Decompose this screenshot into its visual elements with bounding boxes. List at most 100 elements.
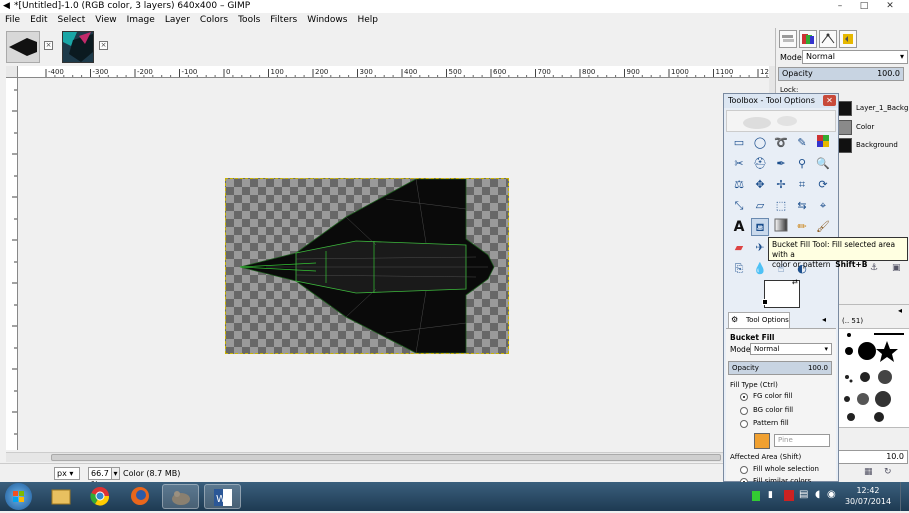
firefox-taskbar-icon[interactable] [122,484,159,509]
tray-network-icon[interactable]: ▮ [768,490,773,500]
fill-whole-selection-radio[interactable] [740,466,748,474]
crop-tool-icon[interactable]: ⌗ [793,176,811,194]
fg-fill-radio[interactable] [740,393,748,401]
menu-view[interactable]: View [90,13,121,28]
color-select-tool-icon[interactable] [814,134,832,152]
pattern-fill-radio[interactable] [740,420,748,428]
color-picker-tool-icon[interactable]: ⚲ [793,155,811,173]
layer-name-1[interactable]: Layer_1_Backgro [856,99,909,117]
brush-spacing-field[interactable]: 10.0 [838,450,908,464]
tool-options-tab[interactable]: ⚙ Tool Options [728,312,790,328]
vertical-ruler[interactable] [6,78,18,450]
brush-refresh-icon[interactable]: ↻ [884,467,892,477]
menu-colors[interactable]: Colors [195,13,233,28]
pencil-tool-icon[interactable]: ✏ [793,218,811,236]
tray-signal-icon[interactable]: ▤ [799,489,808,500]
horizontal-ruler[interactable]: -400 -300 -200 -100 0 100 200 300 400 500 600 700 80… [18,66,769,78]
chrome-taskbar-icon[interactable] [82,484,119,509]
layers-mode-select[interactable]: Normal ▾ [802,50,908,64]
maximize-button[interactable]: □ [852,0,876,12]
clone-tool-icon[interactable]: ⎘ [730,260,748,278]
scissors-tool-icon[interactable]: ✂ [730,155,748,173]
gimp-taskbar-icon[interactable] [162,484,199,509]
paths-tool-icon[interactable]: ✒ [772,155,790,173]
layer-thumb-2[interactable] [838,120,852,135]
ruler-corner[interactable] [6,66,18,78]
free-select-tool-icon[interactable]: ➰ [772,134,790,152]
tray-volume-icon[interactable]: ◖ [815,489,820,500]
image-tab-1[interactable] [6,31,40,63]
image-canvas[interactable] [225,178,509,354]
bucket-fill-tool-icon[interactable]: ⛾ [751,218,769,236]
layer-thumb-1[interactable] [838,101,852,116]
menu-edit[interactable]: Edit [25,13,52,28]
rect-select-tool-icon[interactable]: ▭ [730,134,748,152]
close-button[interactable]: ✕ [878,0,902,12]
close-tab-2-icon[interactable]: × [99,41,108,50]
default-colors-icon[interactable] [762,299,768,305]
cage-tool-icon[interactable]: ⌖ [814,197,832,215]
menu-tools[interactable]: Tools [233,13,265,28]
explorer-taskbar-icon[interactable] [42,484,79,509]
menu-filters[interactable]: Filters [265,13,302,28]
text-tool-icon[interactable]: A [730,218,748,236]
brushes-grid[interactable] [838,328,909,428]
foreground-select-tool-icon[interactable]: ⛑ [751,155,769,173]
fuzzy-select-tool-icon[interactable]: ✎ [793,134,811,152]
menu-help[interactable]: Help [352,13,383,28]
bg-fill-label[interactable]: BG color fill [753,406,793,414]
taskbar-clock[interactable]: 12:42 30/07/2014 [838,485,898,509]
unit-select[interactable]: px ▾ [54,467,80,480]
measure-tool-icon[interactable]: ⚖ [730,176,748,194]
paintbrush-tool-icon[interactable]: 🖌 [814,218,832,236]
paths-tab-icon[interactable] [819,30,837,48]
rotate-tool-icon[interactable]: ⟳ [814,176,832,194]
tool-mode-select[interactable]: Normal ▾ [750,343,832,355]
zoom-dropdown-arrow[interactable]: ▾ [111,467,120,480]
horizontal-scroll-thumb[interactable] [51,454,721,461]
scale-tool-icon[interactable]: ⤡ [730,197,748,215]
horizontal-scrollbar[interactable] [6,452,769,462]
align-tool-icon[interactable]: ✢ [772,176,790,194]
start-button[interactable] [5,483,32,510]
ellipse-select-tool-icon[interactable]: ◯ [751,134,769,152]
toolbox-title[interactable]: Toolbox - Tool Options [724,94,838,108]
brushes-menu-icon[interactable]: ◂ [898,306,902,315]
shear-tool-icon[interactable]: ▱ [751,197,769,215]
layer-name-2[interactable]: Color [856,118,909,136]
layer-name-3[interactable]: Background [856,136,909,154]
menu-layer[interactable]: Layer [160,13,195,28]
layers-opacity-slider[interactable]: Opacity 100.0 [778,67,904,81]
flip-tool-icon[interactable]: ⇆ [793,197,811,215]
brush-edit-icon[interactable]: ▦ [864,467,873,477]
tool-opacity-slider[interactable]: Opacity 100.0 [728,361,832,375]
image-tab-2[interactable] [62,31,94,63]
tray-battery-icon[interactable] [752,491,760,501]
toolbox-close-button[interactable]: ✕ [823,95,836,106]
move-tool-icon[interactable]: ✥ [751,176,769,194]
close-tab-1-icon[interactable]: × [44,41,53,50]
pattern-swatch[interactable] [754,433,770,449]
eraser-tool-icon[interactable]: ▰ [730,239,748,257]
layers-tab-icon[interactable] [779,30,797,48]
tray-shield-icon[interactable]: ◉ [827,489,836,500]
blur-tool-icon[interactable]: 💧 [751,260,769,278]
tray-flag-icon[interactable] [784,490,794,501]
tool-options-menu-icon[interactable]: ◂ [822,315,826,324]
fg-fill-label[interactable]: FG color fill [753,392,792,400]
minimize-button[interactable]: – [828,0,852,12]
airbrush-tool-icon[interactable]: ✈ [751,239,769,257]
menu-file[interactable]: File [0,13,25,28]
menu-select[interactable]: Select [53,13,91,28]
perspective-tool-icon[interactable]: ⬚ [772,197,790,215]
channels-tab-icon[interactable] [799,30,817,48]
fill-whole-selection-label[interactable]: Fill whole selection [753,465,819,473]
swap-colors-icon[interactable]: ⇄ [792,278,798,286]
word-taskbar-icon[interactable]: W [204,484,241,509]
zoom-tool-icon[interactable]: 🔍 [814,155,832,173]
pattern-fill-label[interactable]: Pattern fill [753,419,789,427]
menu-image[interactable]: Image [122,13,160,28]
undo-tab-icon[interactable] [839,30,857,48]
menu-windows[interactable]: Windows [302,13,352,28]
show-desktop-button[interactable] [900,482,909,511]
